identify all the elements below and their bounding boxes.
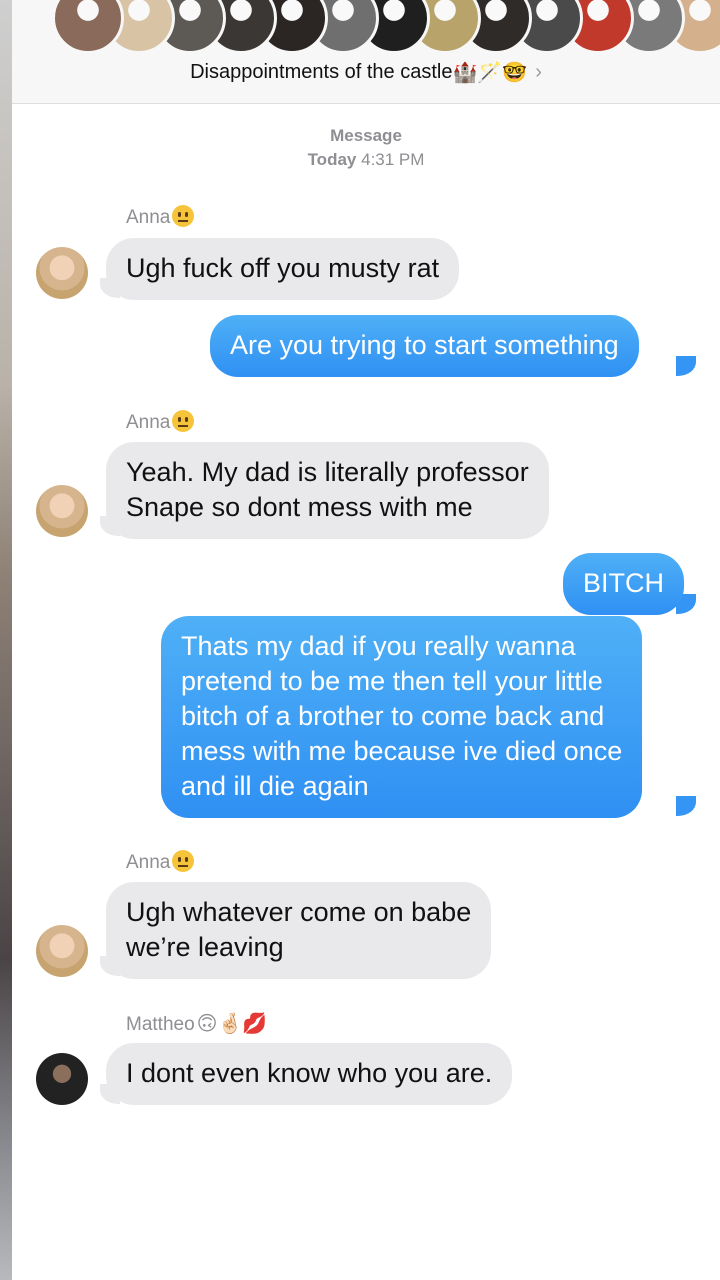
message-line: Thats my dad if you really wanna xyxy=(181,631,576,661)
message-line: we’re leaving xyxy=(126,932,284,962)
sender-name: Anna xyxy=(126,850,195,874)
message-text: Ugh fuck off you musty rat xyxy=(126,253,440,283)
neutral-face-icon xyxy=(172,410,195,432)
sender-label: Anna xyxy=(126,412,171,433)
outgoing-message[interactable]: BITCH xyxy=(563,553,684,615)
group-title[interactable]: Disappointments of the castle🏰🪄🤓 › xyxy=(12,60,720,85)
outgoing-message[interactable]: Thats my dad if you really wanna pretend… xyxy=(161,616,643,818)
message-text: Are you trying to start something xyxy=(230,330,619,360)
conversation-header[interactable]: Disappointments of the castle🏰🪄🤓 › xyxy=(12,0,720,104)
message-line: bitch of a brother to come back and xyxy=(181,701,605,731)
neutral-face-icon xyxy=(172,205,195,227)
sender-name: Anna xyxy=(126,410,195,434)
message-text: I dont even know who you are. xyxy=(126,1058,493,1088)
outgoing-message[interactable]: Are you trying to start something xyxy=(210,315,639,377)
incoming-message[interactable]: Yeah. My dad is literally professor Snap… xyxy=(106,442,549,539)
sender-name: Anna xyxy=(126,205,195,229)
group-title-emojis: 🏰🪄🤓 xyxy=(452,62,528,84)
sender-name: Mattheo 🙃🤞🏻💋 xyxy=(126,1011,267,1036)
background-edge xyxy=(0,0,12,1280)
sender-emojis: 🙃🤞🏻💋 xyxy=(196,1013,268,1035)
sender-label: Anna xyxy=(126,207,171,228)
message-timestamp: Message Today 4:31 PM xyxy=(12,124,720,172)
avatar[interactable] xyxy=(36,925,88,977)
incoming-message[interactable]: I dont even know who you are. xyxy=(106,1043,513,1105)
bubble-tail xyxy=(676,356,696,376)
timestamp-day: Today xyxy=(307,150,357,169)
message-line: mess with me because ive died once xyxy=(181,736,623,766)
group-name: Disappointments of the castle xyxy=(190,61,453,83)
chevron-right-icon[interactable]: › xyxy=(535,61,542,83)
sender-label: Anna xyxy=(126,852,171,873)
group-avatars[interactable] xyxy=(52,0,720,54)
group-member-avatar[interactable] xyxy=(52,0,124,54)
incoming-message[interactable]: Ugh fuck off you musty rat xyxy=(106,238,460,300)
timestamp-time: 4:31 PM xyxy=(361,150,425,169)
avatar[interactable] xyxy=(36,1053,88,1105)
avatar[interactable] xyxy=(36,247,88,299)
message-text: BITCH xyxy=(583,568,664,598)
message-line: Yeah. My dad is literally professor xyxy=(126,457,529,487)
message-line: Ugh whatever come on babe xyxy=(126,897,472,927)
messages-app: Disappointments of the castle🏰🪄🤓 › Messag… xyxy=(12,0,720,1280)
bubble-tail xyxy=(676,796,696,816)
neutral-face-icon xyxy=(172,850,195,872)
sender-label: Mattheo xyxy=(126,1014,195,1035)
message-line: pretend to be me then tell your little xyxy=(181,666,603,696)
message-line: Snape so dont mess with me xyxy=(126,492,473,522)
incoming-message[interactable]: Ugh whatever come on babe we’re leaving xyxy=(106,882,492,979)
message-line: and ill die again xyxy=(181,771,369,801)
avatar[interactable] xyxy=(36,485,88,537)
service-label: Message xyxy=(330,126,402,145)
